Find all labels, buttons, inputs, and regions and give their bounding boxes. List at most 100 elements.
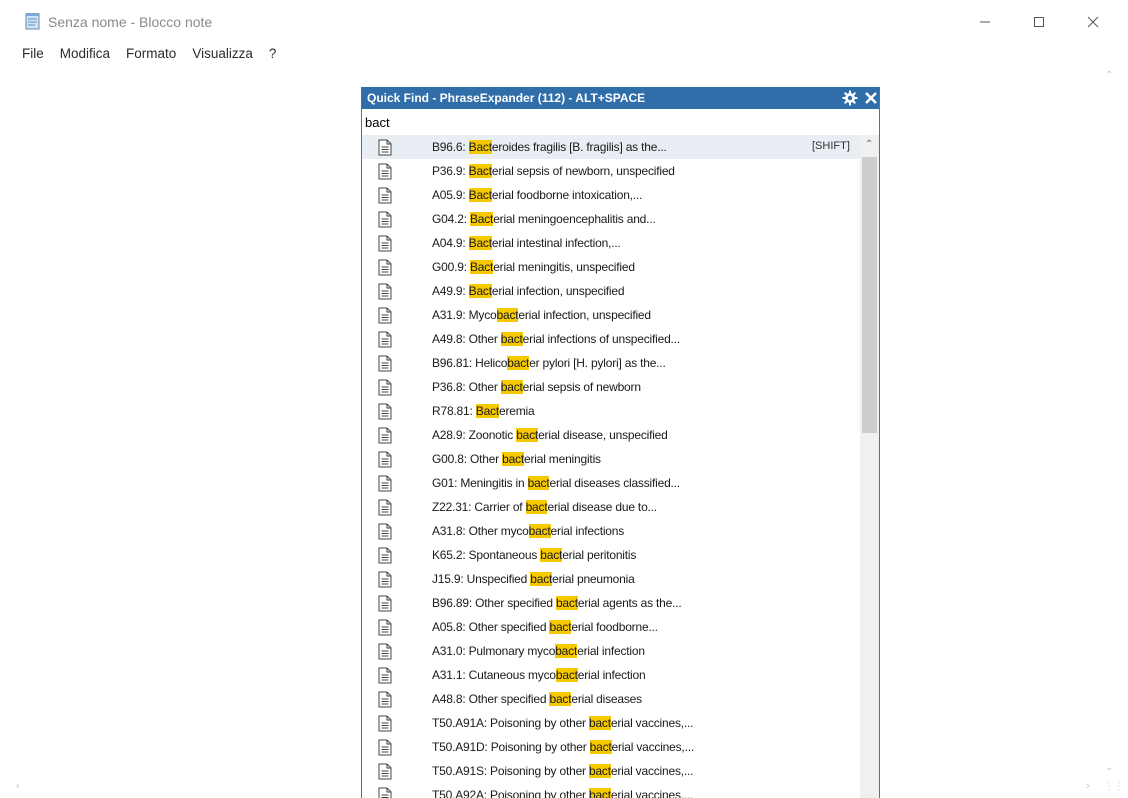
search-highlight: bact: [530, 572, 553, 586]
result-prefix: R78.81:: [432, 404, 476, 418]
result-prefix: A31.1: Cutaneous myco: [432, 668, 556, 682]
result-text: Z22.31: Carrier of bacterial disease due…: [432, 500, 657, 514]
list-item[interactable]: R78.81: Bacteremia: [362, 399, 860, 423]
result-suffix: erial sepsis of newborn: [522, 380, 641, 394]
list-item[interactable]: A31.0: Pulmonary mycobacterial infection: [362, 639, 860, 663]
result-suffix: er pylori [H. pylori] as the...: [529, 356, 666, 370]
list-item[interactable]: T50.A92A: Poisoning by other bacterial v…: [362, 783, 860, 798]
result-text: G00.9: Bacterial meningitis, unspecified: [432, 260, 635, 274]
title-bar: Senza nome - Blocco note: [0, 0, 1128, 42]
scrollbar-thumb[interactable]: [862, 157, 877, 433]
document-icon: [378, 547, 392, 564]
document-icon: [378, 355, 392, 372]
result-prefix: P36.9:: [432, 164, 469, 178]
document-icon: [378, 331, 392, 348]
close-icon[interactable]: [863, 90, 879, 106]
result-suffix: erial infection, unspecified: [518, 308, 651, 322]
scroll-left-icon[interactable]: ‹: [16, 780, 20, 792]
list-item[interactable]: B96.81: Helicobacter pylori [H. pylori] …: [362, 351, 860, 375]
list-item[interactable]: A05.8: Other specified bacterial foodbor…: [362, 615, 860, 639]
list-item[interactable]: P36.9: Bacterial sepsis of newborn, unsp…: [362, 159, 860, 183]
result-prefix: B96.6:: [432, 140, 469, 154]
list-item[interactable]: A31.9: Mycobacterial infection, unspecif…: [362, 303, 860, 327]
result-text: G04.2: Bacterial meningoencephalitis and…: [432, 212, 656, 226]
document-icon: [378, 475, 392, 492]
menu-modifica[interactable]: Modifica: [52, 44, 118, 64]
result-prefix: A49.9:: [432, 284, 469, 298]
result-text: T50.A91S: Poisoning by other bacterial v…: [432, 764, 693, 778]
search-highlight: bact: [516, 428, 539, 442]
document-icon: [378, 499, 392, 516]
result-prefix: A49.8: Other: [432, 332, 501, 346]
list-item[interactable]: P36.8: Other bacterial sepsis of newborn: [362, 375, 860, 399]
list-item[interactable]: B96.89: Other specified bacterial agents…: [362, 591, 860, 615]
document-icon: [378, 211, 392, 228]
list-item[interactable]: G04.2: Bacterial meningoencephalitis and…: [362, 207, 860, 231]
search-highlight: bact: [528, 524, 551, 538]
maximize-button[interactable]: [1016, 8, 1062, 36]
list-item[interactable]: A04.9: Bacterial intestinal infection,..…: [362, 231, 860, 255]
result-text: A28.9: Zoonotic bacterial disease, unspe…: [432, 428, 668, 442]
list-item[interactable]: T50.A91D: Poisoning by other bacterial v…: [362, 735, 860, 759]
list-item[interactable]: A31.1: Cutaneous mycobacterial infection: [362, 663, 860, 687]
list-item[interactable]: A28.9: Zoonotic bacterial disease, unspe…: [362, 423, 860, 447]
list-item[interactable]: A49.9: Bacterial infection, unspecified: [362, 279, 860, 303]
search-highlight: Bact: [468, 164, 492, 178]
scroll-up-icon[interactable]: ⌃: [1105, 70, 1113, 81]
search-highlight: Bact: [475, 404, 499, 418]
menu-formato[interactable]: Formato: [118, 44, 184, 64]
list-item[interactable]: A48.8: Other specified bacterial disease…: [362, 687, 860, 711]
results-list: B96.6: Bacteroides fragilis [B. fragilis…: [362, 135, 860, 798]
resize-grip-icon[interactable]: ⋮⋮: [1104, 781, 1124, 792]
result-suffix: erial infections of unspecified...: [522, 332, 680, 346]
result-prefix: K65.2: Spontaneous: [432, 548, 541, 562]
menu-visualizza[interactable]: Visualizza: [184, 44, 261, 64]
list-item[interactable]: A49.8: Other bacterial infections of uns…: [362, 327, 860, 351]
result-text: B96.6: Bacteroides fragilis [B. fragilis…: [432, 140, 667, 154]
results-scrollbar[interactable]: ⌃: [860, 135, 879, 798]
search-highlight: bact: [549, 692, 572, 706]
result-suffix: erial meningitis: [524, 452, 601, 466]
list-item[interactable]: Z22.31: Carrier of bacterial disease due…: [362, 495, 860, 519]
search-highlight: bact: [555, 668, 578, 682]
menu-help[interactable]: ?: [261, 44, 285, 64]
document-icon: [378, 403, 392, 420]
result-suffix: erial infection: [577, 668, 646, 682]
list-item[interactable]: B96.6: Bacteroides fragilis [B. fragilis…: [362, 135, 860, 159]
list-item[interactable]: G01: Meningitis in bacterial diseases cl…: [362, 471, 860, 495]
list-item[interactable]: A05.9: Bacterial foodborne intoxication,…: [362, 183, 860, 207]
document-icon: [378, 739, 392, 756]
result-prefix: G04.2:: [432, 212, 470, 226]
search-highlight: bact: [500, 380, 523, 394]
search-input[interactable]: [364, 111, 878, 133]
result-suffix: erial intestinal infection,...: [491, 236, 621, 250]
editor-vertical-scrollbar[interactable]: ⌃ ⌄: [1101, 66, 1118, 778]
document-icon: [378, 451, 392, 468]
search-highlight: bact: [549, 620, 572, 634]
minimize-button[interactable]: [962, 8, 1008, 36]
scroll-down-icon[interactable]: ⌄: [1105, 762, 1113, 773]
result-suffix: erial sepsis of newborn, unspecified: [491, 164, 675, 178]
result-text: J15.9: Unspecified bacterial pneumonia: [432, 572, 635, 586]
gear-icon[interactable]: [842, 90, 858, 106]
document-icon: [378, 187, 392, 204]
list-item[interactable]: A31.8: Other mycobacterial infections: [362, 519, 860, 543]
scroll-up-icon[interactable]: ⌃: [865, 139, 873, 150]
close-window-button[interactable]: [1070, 8, 1116, 36]
result-text: T50.A91A: Poisoning by other bacterial v…: [432, 716, 693, 730]
document-icon: [378, 163, 392, 180]
result-text: A05.8: Other specified bacterial foodbor…: [432, 620, 658, 634]
document-icon: [378, 235, 392, 252]
scroll-right-icon[interactable]: ›: [1086, 780, 1090, 792]
list-item[interactable]: G00.9: Bacterial meningitis, unspecified: [362, 255, 860, 279]
menu-file[interactable]: File: [14, 44, 52, 64]
list-item[interactable]: T50.A91A: Poisoning by other bacterial v…: [362, 711, 860, 735]
list-item[interactable]: J15.9: Unspecified bacterial pneumonia: [362, 567, 860, 591]
list-item[interactable]: K65.2: Spontaneous bacterial peritonitis: [362, 543, 860, 567]
document-icon: [378, 619, 392, 636]
result-prefix: G00.9:: [432, 260, 470, 274]
list-item[interactable]: T50.A91S: Poisoning by other bacterial v…: [362, 759, 860, 783]
search-highlight: Bact: [468, 188, 492, 202]
result-text: A05.9: Bacterial foodborne intoxication,…: [432, 188, 642, 202]
list-item[interactable]: G00.8: Other bacterial meningitis: [362, 447, 860, 471]
